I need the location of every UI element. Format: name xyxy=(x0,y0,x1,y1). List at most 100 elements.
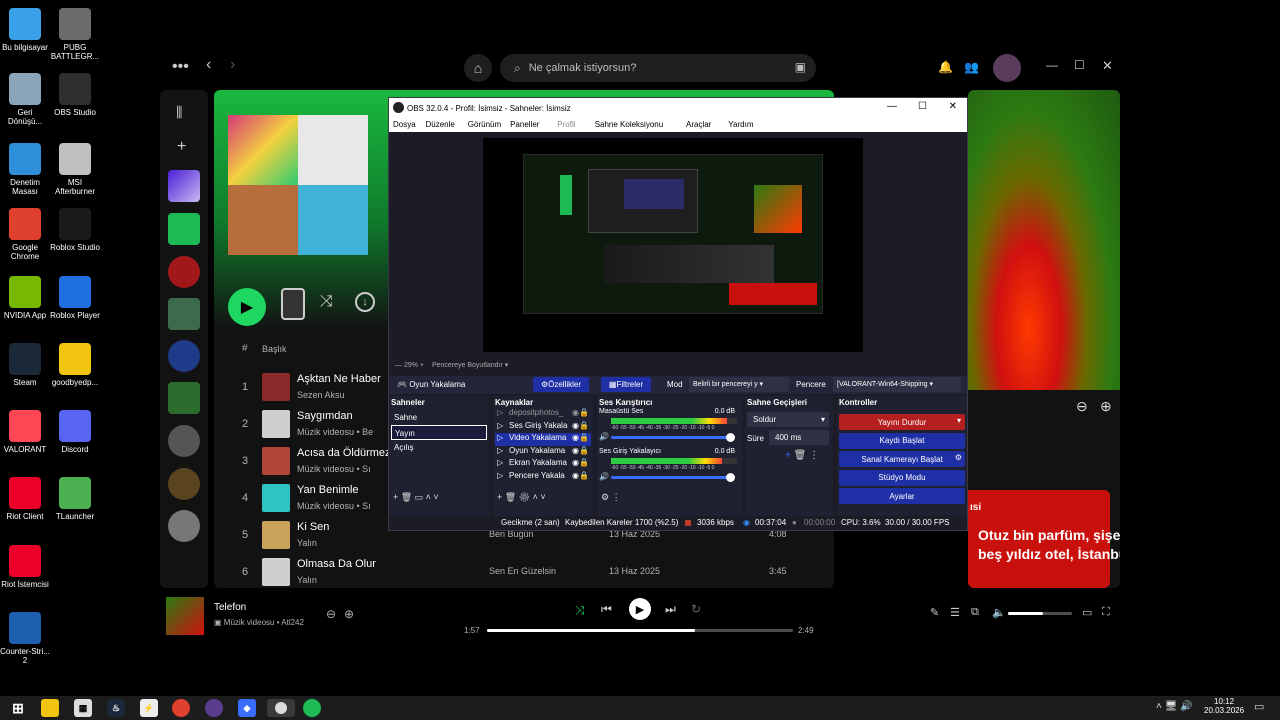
add-to-library-icon[interactable]: ⊕ xyxy=(344,607,354,621)
track-title[interactable]: Acısa da Öldürmez xyxy=(297,447,391,459)
friends-icon[interactable]: 👥 xyxy=(964,60,979,74)
start-icon[interactable]: ⊞ xyxy=(9,699,27,717)
minimize-icon[interactable]: — xyxy=(1046,58,1058,72)
volume-icon[interactable]: 🔈 xyxy=(992,606,1006,619)
zoom-out-icon[interactable]: ⊖ xyxy=(1076,398,1088,415)
volume-icon[interactable]: 🔊 xyxy=(599,472,609,481)
scene-item[interactable]: Yayın xyxy=(391,425,487,440)
mode-select[interactable]: Belirli bir pencereyi y ▾ xyxy=(689,377,789,392)
menu-item[interactable]: Araçlar xyxy=(686,120,711,129)
desktop-shortcut[interactable]: Discord xyxy=(50,410,100,454)
app-icon[interactable]: ◆ xyxy=(238,699,256,717)
miniplayer-icon[interactable]: ▭ xyxy=(1082,606,1092,619)
back-icon[interactable]: ‹ xyxy=(206,56,211,74)
track-title[interactable]: Saygımdan xyxy=(297,410,353,422)
notification-icon[interactable]: ▭ xyxy=(1254,700,1264,713)
hide-icon[interactable]: ⊖ xyxy=(326,607,336,621)
now-playing-art[interactable] xyxy=(166,597,204,635)
desktop-shortcut[interactable]: Counter-Stri... 2 xyxy=(0,612,50,665)
desktop-shortcut[interactable]: Geri Dönüşü... xyxy=(0,73,50,126)
visibility-icon[interactable]: ◉ xyxy=(572,471,579,480)
maximize-icon[interactable]: ☐ xyxy=(918,101,927,112)
tray-icons[interactable]: ˄ 🖥 🔊 xyxy=(1156,701,1193,712)
visibility-icon[interactable]: ◉ xyxy=(572,458,579,467)
control-button[interactable]: Sanal Kamerayı Başlat ⚙ xyxy=(839,451,965,467)
menu-item[interactable]: Yardım xyxy=(728,120,753,129)
source-item[interactable]: ▷ Video Yakalama ◉ 🔒 xyxy=(495,433,591,446)
play-button[interactable]: ▶ xyxy=(629,598,651,620)
track-artist[interactable]: Müzik videosu • Be xyxy=(297,427,373,437)
menu-item[interactable]: Sahne Koleksiyonu xyxy=(595,120,664,129)
search-input[interactable]: ⌕ Ne çalmak istiyorsun? ▣ xyxy=(500,54,816,82)
desktop-shortcut[interactable]: Riot İstemcisi xyxy=(0,545,50,589)
control-button[interactable]: Stüdyo Modu xyxy=(839,469,965,486)
chrome-icon[interactable] xyxy=(172,699,190,717)
minimize-icon[interactable]: — xyxy=(887,101,897,112)
desktop-shortcut[interactable]: Roblox Studio xyxy=(50,208,100,252)
properties-button[interactable]: ⚙ Özellikler xyxy=(533,377,589,392)
desktop-shortcut[interactable]: goodbyedp... xyxy=(50,343,100,387)
maximize-icon[interactable]: ☐ xyxy=(1074,58,1085,72)
add-transition-icon[interactable]: + 🗑 ⋮ xyxy=(785,450,819,461)
home-button[interactable]: ⌂ xyxy=(464,54,492,82)
slider-handle[interactable] xyxy=(726,433,735,442)
volume-slider[interactable] xyxy=(1008,612,1072,615)
filters-button[interactable]: ▦ Filtreler xyxy=(601,377,651,392)
transition-select[interactable]: Soldur ▾ xyxy=(747,412,829,427)
track-album[interactable]: Sen En Güzelsin xyxy=(489,566,556,576)
menu-item[interactable]: Görünüm xyxy=(468,120,501,129)
visibility-icon[interactable]: ◉ xyxy=(572,446,579,455)
mixer-toolbar[interactable]: ⚙ ⋮ xyxy=(601,492,621,503)
desktop-shortcut[interactable]: Roblox Player xyxy=(50,276,100,320)
track-title[interactable]: Yan Benimle xyxy=(297,484,359,496)
shuffle-icon[interactable]: ⤨ xyxy=(575,603,585,618)
calendar-icon[interactable]: ▦ xyxy=(74,699,92,717)
artist-thumb[interactable] xyxy=(168,256,200,288)
track-artist[interactable]: Müzik videosu • Sı xyxy=(297,464,371,474)
menu-item[interactable]: Düzenle xyxy=(426,120,455,129)
track-artist[interactable]: Yalın xyxy=(297,538,317,548)
duration-input[interactable]: 400 ms xyxy=(769,430,829,445)
app-icon[interactable]: ⚡ xyxy=(140,699,158,717)
source-item[interactable]: ▷ depositphotos_ ◉ 🔒 xyxy=(495,408,591,421)
lock-icon[interactable]: 🔒 xyxy=(579,421,589,430)
fullscreen-icon[interactable]: ⛶ xyxy=(1102,606,1110,619)
play-button[interactable]: ▶ xyxy=(228,288,266,326)
obs-preview[interactable] xyxy=(483,138,863,352)
control-button[interactable]: Yayını Durdur ▾ xyxy=(839,414,965,430)
playlist-thumb[interactable] xyxy=(168,298,200,330)
lock-icon[interactable]: 🔒 xyxy=(579,408,589,417)
playlist-thumb[interactable] xyxy=(168,382,200,414)
gear-icon[interactable]: ⚙ xyxy=(955,453,962,462)
desktop-shortcut[interactable]: VALORANT xyxy=(0,410,50,454)
slider-handle[interactable] xyxy=(726,473,735,482)
control-button[interactable]: Ayarlar xyxy=(839,488,965,504)
next-icon[interactable]: ⏭ xyxy=(665,602,676,617)
bell-icon[interactable]: 🔔 xyxy=(938,60,953,74)
scene-toolbar[interactable]: + 🗑 ▭ ˄ ˅ xyxy=(393,492,439,503)
artist-thumb[interactable] xyxy=(168,425,200,457)
saved-episodes-thumb[interactable] xyxy=(168,213,200,245)
source-item[interactable]: ▷ Ekran Yakalama ◉ 🔒 xyxy=(495,458,591,471)
lyrics-icon[interactable]: ✎ xyxy=(930,606,939,619)
source-item[interactable]: ▷ Pencere Yakala ◉ 🔒 xyxy=(495,471,591,484)
download-icon[interactable]: ↓ xyxy=(355,292,375,312)
track-title[interactable]: Telefon xyxy=(214,602,246,613)
devices-icon[interactable]: ⧉ xyxy=(971,606,979,619)
desktop-shortcut[interactable]: PUBG BATTLEGR... xyxy=(50,8,100,61)
control-button[interactable]: Kaydı Başlat xyxy=(839,432,965,449)
chevron-down-icon[interactable]: ▾ xyxy=(957,416,961,425)
artist-thumb[interactable] xyxy=(168,340,200,372)
clock[interactable]: 10:12 20.03.2026 xyxy=(1204,697,1244,715)
desktop-shortcut[interactable]: Denetim Masası xyxy=(0,143,50,196)
menu-item[interactable]: Paneller xyxy=(510,120,539,129)
progress-bar[interactable] xyxy=(487,629,793,632)
lock-icon[interactable]: 🔒 xyxy=(579,471,589,480)
visibility-icon[interactable]: ◉ xyxy=(572,421,579,430)
forward-icon[interactable]: › xyxy=(230,56,235,74)
track-artist[interactable]: Sezen Aksu xyxy=(297,390,345,400)
track-artist[interactable]: Yalın xyxy=(297,575,317,585)
track-artist[interactable]: Müzik videosu • Sı xyxy=(297,501,371,511)
obs-icon[interactable] xyxy=(267,699,295,717)
desktop-shortcut[interactable]: Bu bilgisayar xyxy=(0,8,50,52)
